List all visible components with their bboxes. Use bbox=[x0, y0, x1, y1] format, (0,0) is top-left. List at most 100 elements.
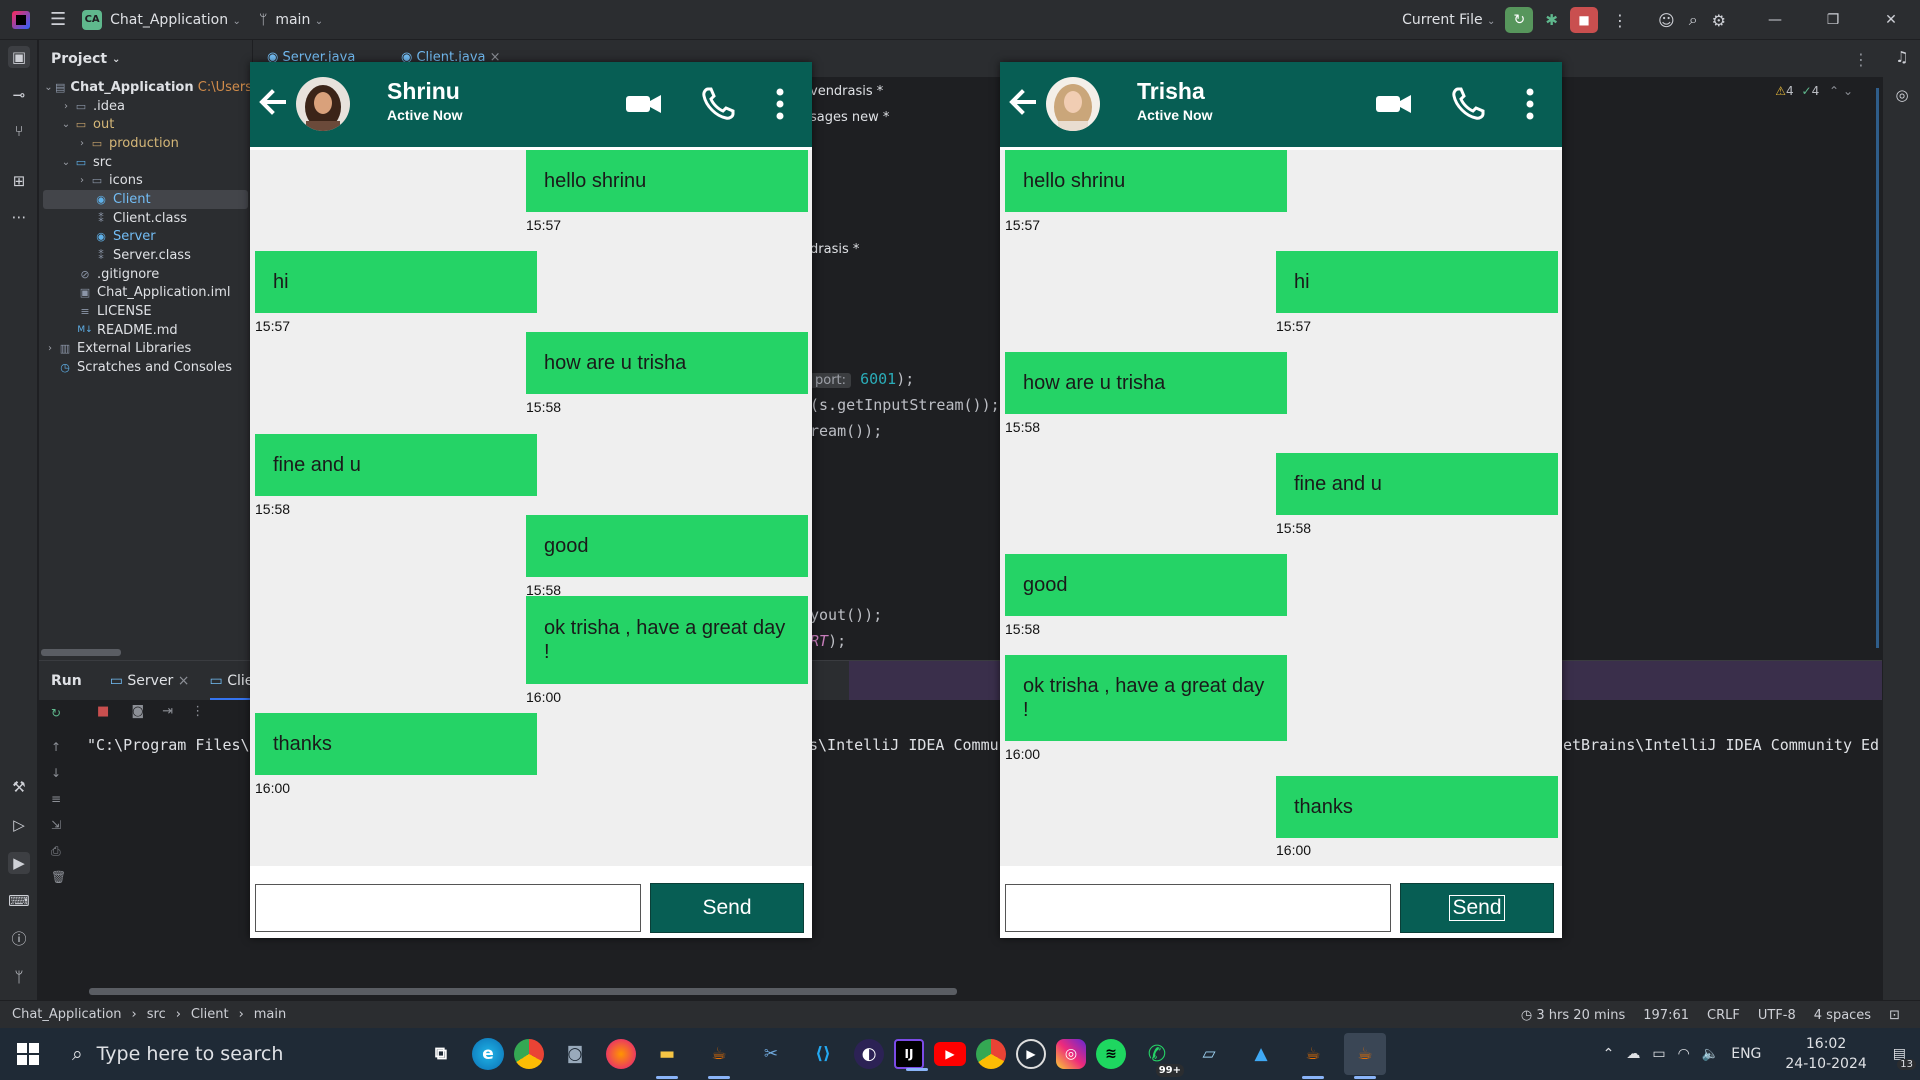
trash-icon[interactable]: 🗑 bbox=[51, 870, 66, 884]
onedrive-icon[interactable]: ☁ bbox=[1626, 1046, 1640, 1062]
video-call-icon[interactable] bbox=[624, 84, 664, 124]
exit-icon[interactable]: ⇥ bbox=[162, 704, 173, 719]
caret-position[interactable]: 197:61 bbox=[1643, 1008, 1689, 1023]
tree-item-iml[interactable]: ▣ Chat_Application.iml bbox=[39, 284, 252, 303]
clock[interactable]: 16:02 24-10-2024 bbox=[1785, 1034, 1866, 1074]
vertical-scrollbar[interactable] bbox=[1876, 88, 1879, 648]
more-options-icon[interactable]: ⋮ bbox=[191, 704, 204, 719]
expand-arrow-icon[interactable]: › bbox=[59, 101, 73, 112]
debug-icon[interactable]: ✱ bbox=[1545, 11, 1558, 29]
send-button[interactable]: Send bbox=[650, 883, 804, 933]
language-indicator[interactable]: ENG bbox=[1731, 1046, 1761, 1062]
tree-item-readme[interactable]: M↓ README.md bbox=[39, 321, 252, 340]
send-button[interactable]: Send bbox=[1400, 883, 1554, 933]
tree-item-idea[interactable]: › ▭ .idea bbox=[39, 97, 252, 116]
chevron-up-icon[interactable]: ⌃ bbox=[1829, 84, 1839, 98]
tree-item-out[interactable]: ⌄ ▭ out bbox=[39, 115, 252, 134]
git-icon[interactable]: ᛘ bbox=[8, 966, 30, 988]
scroll-to-end-icon[interactable]: ⇲ bbox=[51, 818, 61, 832]
stop-square-icon[interactable]: ■ bbox=[97, 704, 109, 719]
whatsapp-icon[interactable]: ✆ 99+ bbox=[1136, 1033, 1184, 1077]
photos-icon[interactable]: ▲ bbox=[1240, 1033, 1282, 1075]
phone-call-icon[interactable] bbox=[1448, 84, 1488, 124]
problems-icon[interactable]: ⓘ bbox=[8, 928, 30, 950]
line-separator[interactable]: CRLF bbox=[1707, 1008, 1740, 1023]
tree-item-client[interactable]: ◉ Client bbox=[43, 190, 248, 209]
more-options-icon[interactable] bbox=[1520, 84, 1540, 124]
minimize-window-button[interactable]: — bbox=[1746, 12, 1804, 28]
media-player-icon[interactable]: ▶ bbox=[1016, 1039, 1046, 1069]
intellij-icon[interactable]: IJ bbox=[894, 1039, 928, 1071]
chrome-icon[interactable] bbox=[514, 1039, 544, 1069]
message-input[interactable] bbox=[255, 884, 641, 932]
more-actions-icon[interactable]: ⋮ bbox=[1612, 11, 1628, 30]
tree-item-icons[interactable]: › ▭ icons bbox=[39, 171, 252, 190]
run-tab-client[interactable]: ▭ Clie bbox=[209, 661, 254, 701]
youtube-icon[interactable]: ▶ bbox=[934, 1042, 966, 1066]
camera-icon[interactable]: ◙ bbox=[131, 704, 144, 719]
expand-arrow-icon[interactable]: › bbox=[43, 343, 57, 354]
branch-selector[interactable]: main ⌄ bbox=[275, 12, 323, 28]
inspection-widget[interactable]: ⚠4 ✓4 ⌃ ⌄ bbox=[1775, 84, 1853, 98]
up-arrow-icon[interactable]: ↑ bbox=[51, 740, 61, 754]
file-explorer-icon[interactable]: ▬ bbox=[646, 1033, 688, 1079]
terminal-icon[interactable]: ⌨ bbox=[8, 890, 30, 912]
back-arrow-icon[interactable] bbox=[1008, 82, 1038, 122]
tree-item-production[interactable]: › ▭ production bbox=[39, 134, 252, 153]
services-icon[interactable]: ▷ bbox=[8, 814, 30, 836]
tree-item-client-class[interactable]: ⁑ Client.class bbox=[39, 209, 252, 228]
indent-setting[interactable]: 4 spaces bbox=[1814, 1008, 1871, 1023]
rerun-button[interactable]: ↻ bbox=[1505, 7, 1534, 33]
notification-center-icon[interactable]: ▤ 13 bbox=[1893, 1046, 1916, 1070]
down-arrow-icon[interactable]: ↓ bbox=[51, 766, 61, 780]
build-icon[interactable]: ⚒ bbox=[8, 776, 30, 798]
tree-item-src[interactable]: ⌄ ▭ src bbox=[39, 153, 252, 172]
expand-arrow-icon[interactable]: ⌄ bbox=[59, 157, 73, 168]
expand-arrow-icon[interactable]: › bbox=[75, 138, 89, 149]
snipping-tool-icon[interactable]: ✂ bbox=[750, 1033, 792, 1075]
file-encoding[interactable]: UTF-8 bbox=[1758, 1008, 1796, 1023]
horizontal-scrollbar[interactable] bbox=[41, 649, 121, 656]
notifications-bell-icon[interactable]: ♫ bbox=[1891, 46, 1913, 68]
run-config-selector[interactable]: Current File ⌄ bbox=[1402, 12, 1495, 28]
firefox-icon[interactable] bbox=[606, 1039, 636, 1069]
profile-icon[interactable]: ☺ bbox=[1658, 11, 1675, 30]
tree-item-server-class[interactable]: ⁑ Server.class bbox=[39, 246, 252, 265]
eclipse-icon[interactable]: ◐ bbox=[854, 1039, 884, 1069]
close-window-button[interactable]: ✕ bbox=[1862, 12, 1920, 28]
expand-arrow-icon[interactable]: ⌄ bbox=[43, 82, 54, 93]
battery-icon[interactable]: ▭ bbox=[1652, 1046, 1665, 1062]
project-selector[interactable]: Chat_Application ⌄ bbox=[110, 12, 241, 28]
tree-item-scratches[interactable]: ◷ Scratches and Consoles bbox=[39, 358, 252, 377]
expand-arrow-icon[interactable]: ⌄ bbox=[59, 119, 73, 130]
lock-icon[interactable]: ⊡ bbox=[1889, 1008, 1900, 1023]
breadcrumb-item[interactable]: Chat_Application bbox=[12, 1007, 122, 1022]
java-app-icon[interactable]: ☕ bbox=[698, 1033, 740, 1079]
breadcrumb-item[interactable]: src bbox=[147, 1007, 166, 1022]
run-tool-icon[interactable]: ▶ bbox=[8, 852, 30, 874]
console-horizontal-scrollbar[interactable] bbox=[89, 988, 957, 995]
wifi-icon[interactable]: ◠ bbox=[1678, 1046, 1690, 1062]
project-panel-header[interactable]: Project ⌄ bbox=[39, 40, 252, 78]
structure-icon[interactable]: ⊞ bbox=[8, 170, 30, 192]
breadcrumb-item[interactable]: Client bbox=[191, 1007, 229, 1022]
video-call-icon[interactable] bbox=[1374, 84, 1414, 124]
restore-window-button[interactable]: ❐ bbox=[1804, 12, 1862, 28]
back-arrow-icon[interactable] bbox=[258, 82, 288, 122]
camera-app-icon[interactable]: ◙ bbox=[554, 1033, 596, 1075]
project-tool-icon[interactable]: ▣ bbox=[8, 46, 30, 68]
java-window-icon[interactable]: ☕ bbox=[1292, 1033, 1334, 1079]
time-tracker[interactable]: ◷ 3 hrs 20 mins bbox=[1521, 1008, 1625, 1023]
stop-button[interactable]: ■ bbox=[1570, 7, 1598, 33]
ai-assistant-icon[interactable]: ◎ bbox=[1891, 84, 1913, 106]
tree-item-server[interactable]: ◉ Server bbox=[39, 228, 252, 247]
task-view-icon[interactable]: ⧉ bbox=[420, 1033, 462, 1075]
tree-item-external-libraries[interactable]: › ▥ External Libraries bbox=[39, 340, 252, 359]
more-tools-icon[interactable]: ⋯ bbox=[8, 206, 30, 228]
tab-options-icon[interactable]: ⋮ bbox=[1853, 50, 1869, 69]
instagram-icon[interactable]: ◎ bbox=[1056, 1039, 1086, 1069]
tree-item-license[interactable]: ≡ LICENSE bbox=[39, 302, 252, 321]
taskbar-search-box[interactable]: ⌕ Type here to search bbox=[56, 1028, 396, 1080]
vscode-icon[interactable]: ⟨⟩ bbox=[802, 1033, 844, 1075]
run-tab-server[interactable]: ▭ Server × bbox=[110, 673, 190, 689]
